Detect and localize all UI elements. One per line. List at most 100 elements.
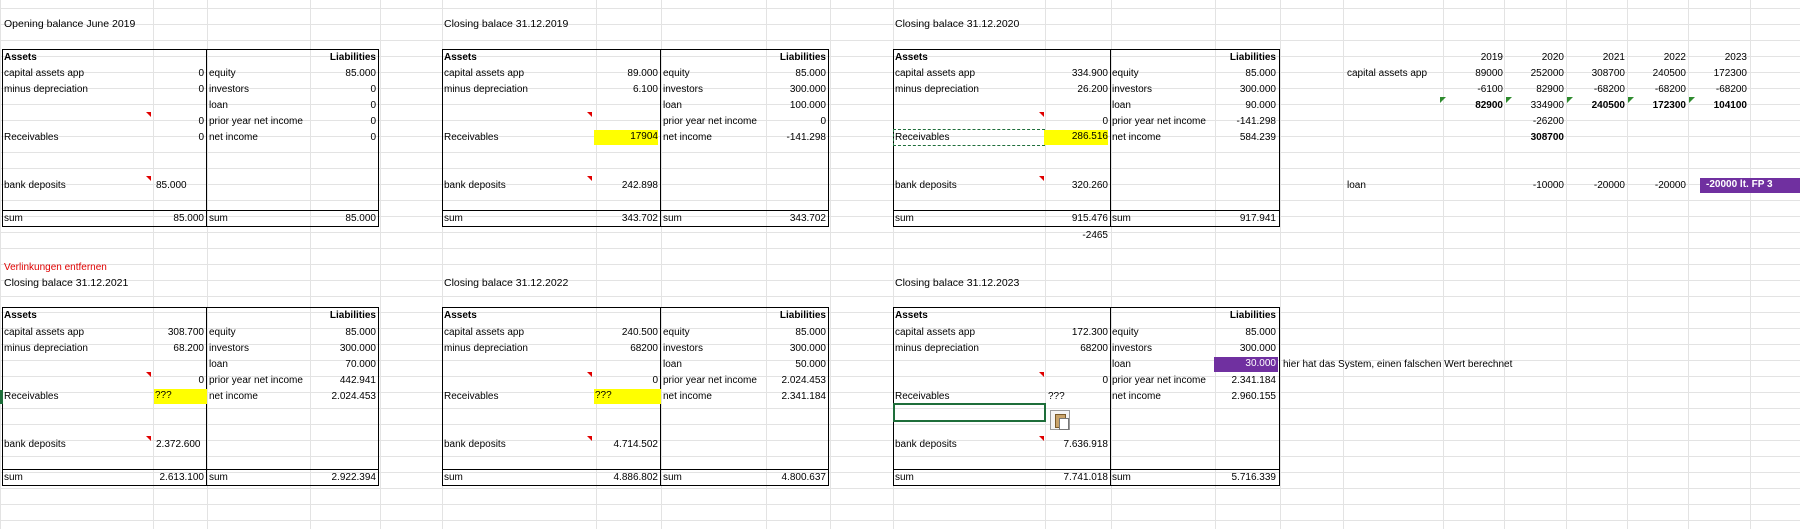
comment-indicator[interactable] bbox=[146, 176, 151, 181]
cell-value[interactable]: 0 bbox=[140, 131, 204, 145]
cell-value[interactable]: 82900 bbox=[1447, 99, 1503, 113]
cell-value[interactable]: 90.000 bbox=[1186, 99, 1276, 113]
cell-value[interactable]: -26200 bbox=[1508, 115, 1564, 129]
cell-value[interactable]: 240500 bbox=[1630, 67, 1686, 81]
cell-value[interactable]: 6.100 bbox=[594, 83, 658, 97]
cell-value[interactable]: 308700 bbox=[1569, 67, 1625, 81]
cell-value[interactable]: 308.700 bbox=[140, 326, 204, 340]
cell-value[interactable]: -68200 bbox=[1691, 83, 1747, 97]
cell-value[interactable]: 85.000 bbox=[736, 67, 826, 81]
cell-value[interactable]: 2.341.184 bbox=[736, 390, 827, 404]
cell-value[interactable]: 343.702 bbox=[736, 212, 826, 226]
cell-value[interactable]: 917.941 bbox=[1186, 212, 1276, 226]
cell-value[interactable]: 300.000 bbox=[1186, 83, 1276, 97]
cell-value[interactable]: -68200 bbox=[1630, 83, 1686, 97]
cell-value[interactable]: 70.000 bbox=[286, 358, 376, 372]
cell-value-highlighted-purple[interactable]: 30.000 bbox=[1214, 357, 1278, 372]
cell-value[interactable]: 2.372.600 bbox=[156, 438, 201, 452]
cell-value[interactable]: 308700 bbox=[1508, 131, 1564, 145]
comment-indicator[interactable] bbox=[587, 176, 592, 181]
cell-value[interactable]: -10000 bbox=[1508, 179, 1564, 193]
cell-value[interactable]: 68200 bbox=[1044, 342, 1108, 356]
cell-value[interactable]: 2.922.394 bbox=[286, 471, 377, 485]
cell-value[interactable]: -141.298 bbox=[1186, 115, 1276, 129]
cell-value-highlighted[interactable]: 286.516 bbox=[1044, 130, 1108, 145]
cell-value[interactable]: 0 bbox=[1044, 115, 1108, 129]
cell-value[interactable]: -68200 bbox=[1569, 83, 1625, 97]
cell-value[interactable]: 104100 bbox=[1691, 99, 1747, 113]
comment-indicator[interactable] bbox=[587, 436, 592, 441]
cell-value-highlighted[interactable]: ??? bbox=[154, 389, 207, 404]
comment-indicator[interactable] bbox=[587, 112, 592, 117]
cell-value[interactable]: 2.613.100 bbox=[140, 471, 205, 485]
cell-value[interactable]: 442.941 bbox=[286, 374, 376, 388]
comment-indicator[interactable] bbox=[146, 436, 151, 441]
cell-value[interactable]: 300.000 bbox=[736, 83, 826, 97]
cell-value[interactable]: 5.716.339 bbox=[1186, 471, 1277, 485]
cell-value[interactable]: 172.300 bbox=[1044, 326, 1108, 340]
cell-value[interactable]: 7.741.018 bbox=[1044, 471, 1109, 485]
cell-value[interactable]: -20000 bbox=[1630, 179, 1686, 193]
cell-value[interactable]: 252000 bbox=[1508, 67, 1564, 81]
cell-value[interactable]: 240500 bbox=[1569, 99, 1625, 113]
cell-value[interactable]: 68.200 bbox=[140, 342, 204, 356]
cell-value[interactable]: 172300 bbox=[1691, 67, 1747, 81]
cell-value[interactable]: 2.960.155 bbox=[1186, 390, 1277, 404]
cell-value[interactable]: 343.702 bbox=[594, 212, 658, 226]
cell-value[interactable]: 2.341.184 bbox=[1186, 374, 1277, 388]
row-label-receivables[interactable]: Receivables bbox=[895, 131, 949, 145]
formula-warning-indicator[interactable] bbox=[1440, 97, 1446, 103]
cell-value[interactable]: 7.636.918 bbox=[1044, 438, 1109, 452]
cell-value[interactable]: 0 bbox=[286, 115, 376, 129]
cell-value[interactable]: 242.898 bbox=[594, 179, 658, 193]
cell-value[interactable]: 85.000 bbox=[286, 67, 376, 81]
cell-value[interactable]: 85.000 bbox=[1186, 67, 1276, 81]
cell-value[interactable]: 0 bbox=[286, 131, 376, 145]
cell-value[interactable]: 85.000 bbox=[286, 212, 376, 226]
cell-value[interactable]: 0 bbox=[594, 374, 658, 388]
cell-value[interactable]: -6100 bbox=[1447, 83, 1503, 97]
cell-value[interactable]: 2.024.453 bbox=[286, 390, 377, 404]
cell-value[interactable]: 85.000 bbox=[286, 326, 376, 340]
cell-value[interactable]: 89000 bbox=[1447, 67, 1503, 81]
cell-value[interactable]: 82900 bbox=[1508, 83, 1564, 97]
cell-value[interactable]: 85.000 bbox=[156, 179, 187, 193]
cell-value[interactable]: 300.000 bbox=[736, 342, 826, 356]
cell-value[interactable]: 85.000 bbox=[736, 326, 826, 340]
paste-options-icon[interactable] bbox=[1050, 410, 1070, 430]
cell-value[interactable]: 0 bbox=[140, 115, 204, 129]
cell-value[interactable]: 4.886.802 bbox=[594, 471, 659, 485]
cell-value[interactable]: 85.000 bbox=[1186, 326, 1276, 340]
cell-value[interactable]: 0 bbox=[140, 67, 204, 81]
cell-value[interactable]: 0 bbox=[1044, 374, 1108, 388]
difference-value[interactable]: -2465 bbox=[1044, 229, 1108, 243]
cell-value[interactable]: 2.024.453 bbox=[736, 374, 827, 388]
cell-value[interactable]: 334900 bbox=[1508, 99, 1564, 113]
cell-value[interactable]: -20000 bbox=[1569, 179, 1625, 193]
cell-value[interactable]: 300.000 bbox=[1186, 342, 1276, 356]
cell-value[interactable]: 0 bbox=[140, 374, 204, 388]
cell-value[interactable]: 240.500 bbox=[594, 326, 658, 340]
cell-value[interactable]: 0 bbox=[286, 83, 376, 97]
cell-value[interactable]: 4.800.637 bbox=[736, 471, 827, 485]
cell-value[interactable]: 915.476 bbox=[1044, 212, 1108, 226]
cell-value[interactable]: 68200 bbox=[594, 342, 658, 356]
cell-value[interactable]: 584.239 bbox=[1186, 131, 1276, 145]
cell-value-highlighted[interactable]: ??? bbox=[594, 389, 661, 404]
cell-value[interactable]: 320.260 bbox=[1044, 179, 1108, 193]
cell-value[interactable]: 50.000 bbox=[736, 358, 826, 372]
comment-indicator[interactable] bbox=[587, 372, 592, 377]
cell-value[interactable]: 4.714.502 bbox=[594, 438, 659, 452]
cell-value[interactable]: -141.298 bbox=[736, 131, 826, 145]
cell-value[interactable]: 0 bbox=[736, 115, 826, 129]
cell-value[interactable]: 100.000 bbox=[736, 99, 826, 113]
cell-value[interactable]: 172300 bbox=[1630, 99, 1686, 113]
cell-value[interactable]: ??? bbox=[1048, 390, 1065, 404]
cell-value-highlighted-purple[interactable]: -20000 lt. FP 3 bbox=[1700, 178, 1800, 193]
cell-value[interactable]: 0 bbox=[140, 83, 204, 97]
cell-value-highlighted[interactable]: 17904 bbox=[594, 130, 658, 145]
cell-value[interactable]: 89.000 bbox=[594, 67, 658, 81]
cell-value[interactable]: 300.000 bbox=[286, 342, 376, 356]
active-cell-selection[interactable] bbox=[893, 403, 1046, 422]
cell-value[interactable]: 0 bbox=[286, 99, 376, 113]
